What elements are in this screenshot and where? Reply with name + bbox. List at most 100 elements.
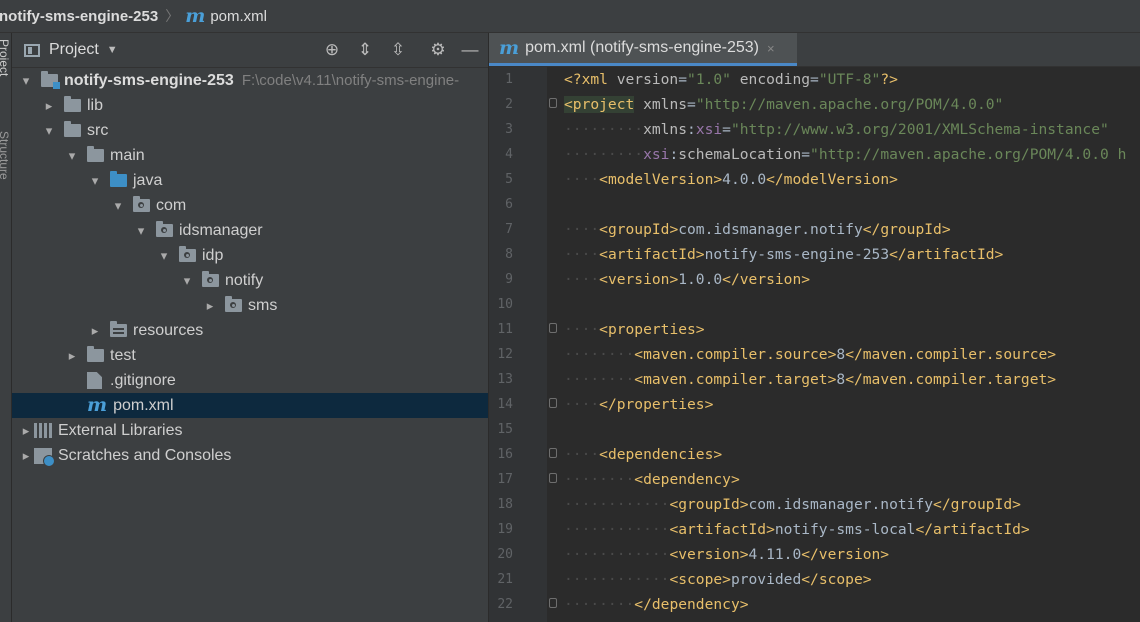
tree-item[interactable]: ▾ notify: [12, 268, 488, 293]
whitespace-marker: ····: [564, 246, 600, 263]
chevron-down-icon[interactable]: ▾: [135, 223, 147, 239]
chevron-right-icon[interactable]: ▸: [204, 298, 216, 314]
chevron-down-icon[interactable]: ▾: [20, 73, 32, 89]
chevron-right-icon[interactable]: ▸: [89, 323, 101, 339]
tree-item[interactable]: ▾ java: [12, 168, 488, 193]
tree-item[interactable]: m pom.xml: [12, 393, 488, 418]
code-line: 21 ············<scope>provided</scope>: [489, 567, 1140, 592]
tree-item-label: java: [133, 171, 163, 189]
tree-item[interactable]: ▸ Scratches and Consoles: [12, 443, 488, 468]
whitespace-marker: ············: [564, 571, 670, 588]
code-text: ············<version>4.11.0</version>: [564, 542, 889, 567]
code-line: 8 ····<artifactId>notify-sms-engine-253</…: [489, 242, 1140, 267]
chevron-right-icon[interactable]: ▸: [43, 98, 55, 114]
fold-marker-icon[interactable]: [549, 98, 557, 108]
breadcrumb-project[interactable]: notify-sms-engine-253: [0, 8, 158, 25]
project-view-icon: [24, 43, 40, 57]
chevron-down-icon[interactable]: ▾: [89, 173, 101, 189]
fold-marker-icon[interactable]: [549, 323, 557, 333]
chevron-down-icon[interactable]: ▾: [66, 148, 78, 164]
token-attr: xmlns: [643, 121, 688, 138]
breadcrumb-file[interactable]: pom.xml: [210, 8, 267, 25]
tree-item[interactable]: ▾ main: [12, 143, 488, 168]
fold-marker-icon[interactable]: [549, 398, 557, 408]
hide-panel-icon[interactable]: —: [460, 40, 480, 60]
project-panel: Project ▼ ⊕ ⇕ ⇳ ⚙ — ▾ notify-sms-engine-2…: [12, 33, 488, 622]
token-tag: </groupId>: [933, 496, 1021, 513]
line-number: 9: [505, 272, 513, 287]
token-pl: =: [687, 96, 696, 113]
tree-item[interactable]: ▾ com: [12, 193, 488, 218]
code-text: ····<modelVersion>4.0.0</modelVersion>: [564, 167, 898, 192]
token-pl: com.idsmanager.notify: [678, 221, 863, 238]
gear-icon[interactable]: ⚙: [428, 40, 448, 60]
whitespace-marker: ········: [564, 471, 635, 488]
code-line: 15: [489, 417, 1140, 442]
package-icon: [156, 221, 173, 237]
tree-item[interactable]: ▾ notify-sms-engine-253 F:\code\v4.11\noti…: [12, 68, 488, 93]
token-hl: <project: [564, 96, 635, 113]
tree-item[interactable]: .gitignore: [12, 368, 488, 393]
chevron-down-icon[interactable]: ▾: [112, 198, 124, 214]
token-pl: 1.0.0: [678, 271, 723, 288]
line-number: 3: [505, 122, 513, 137]
chevron-down-icon[interactable]: ▼: [107, 44, 118, 56]
line-number: 2: [505, 97, 513, 112]
source-folder-icon: [110, 171, 127, 187]
tree-item[interactable]: ▸ resources: [12, 318, 488, 343]
line-number: 22: [497, 597, 513, 612]
whitespace-marker: ····: [564, 396, 600, 413]
tree-item-label: notify-sms-engine-253: [64, 71, 234, 89]
tree-item[interactable]: ▸ sms: [12, 293, 488, 318]
tree-item[interactable]: ▸ test: [12, 343, 488, 368]
folder-icon: [64, 121, 81, 137]
token-tag: <?xml: [564, 71, 617, 88]
expand-all-icon[interactable]: ⇕: [355, 40, 375, 60]
token-pl: 4.11.0: [748, 546, 802, 563]
tree-item[interactable]: ▾ idsmanager: [12, 218, 488, 243]
close-icon[interactable]: ×: [767, 41, 775, 56]
chevron-right-icon[interactable]: ▸: [20, 448, 32, 464]
tab-pom-xml[interactable]: m pom.xml (notify-sms-engine-253) ×: [489, 33, 797, 66]
chevron-right-icon[interactable]: ▸: [66, 348, 78, 364]
chevron-down-icon[interactable]: ▾: [158, 248, 170, 264]
fold-marker-icon[interactable]: [549, 598, 557, 608]
code-text: ····<dependencies>: [564, 442, 722, 467]
tree-item[interactable]: ▾ idp: [12, 243, 488, 268]
code-text: ·········xsi:schemaLocation="http://mave…: [564, 142, 1126, 167]
token-pl: =: [810, 71, 819, 88]
code-text: ····<artifactId>notify-sms-engine-253</a…: [564, 242, 1003, 267]
structure-tool-button[interactable]: Structure: [0, 131, 11, 180]
token-tag: <groupId>: [599, 221, 679, 238]
chevron-down-icon[interactable]: ▾: [181, 273, 193, 289]
maven-icon: m: [185, 4, 206, 27]
tree-item-label: test: [110, 346, 136, 364]
project-view-title[interactable]: Project: [49, 41, 99, 59]
tree-item[interactable]: ▾ src: [12, 118, 488, 143]
breadcrumb-separator-icon: 〉: [165, 8, 180, 24]
token-tag: </version>: [722, 271, 811, 288]
token-tag: <scope>: [669, 571, 731, 588]
chevron-right-icon[interactable]: ▸: [20, 423, 32, 439]
code-view[interactable]: 1 <?xml version="1.0" encoding="UTF-8"?> 2…: [489, 67, 1140, 622]
line-number: 15: [497, 422, 513, 437]
tree-item-label: notify: [225, 271, 264, 289]
code-text: ·········xmlns:xsi="http://www.w3.org/20…: [564, 117, 1109, 142]
project-tool-button[interactable]: Project: [0, 39, 11, 76]
token-attr: version: [616, 71, 679, 88]
tree-item-label: sms: [248, 296, 278, 314]
fold-marker-icon[interactable]: [549, 473, 557, 483]
token-tag: <artifactId>: [599, 246, 705, 263]
collapse-all-icon[interactable]: ⇳: [388, 40, 408, 60]
line-number: 10: [497, 297, 513, 312]
tree-item[interactable]: ▸ External Libraries: [12, 418, 488, 443]
token-tag: <version>: [669, 546, 749, 563]
fold-marker-icon[interactable]: [549, 448, 557, 458]
tree-item[interactable]: ▸ lib: [12, 93, 488, 118]
tree-item-label: External Libraries: [58, 421, 183, 439]
tree-item-label: idsmanager: [179, 221, 263, 239]
code-text: ············<scope>provided</scope>: [564, 567, 872, 592]
whitespace-marker: ········: [564, 596, 635, 613]
chevron-down-icon[interactable]: ▾: [43, 123, 55, 139]
locate-file-icon[interactable]: ⊕: [322, 40, 342, 60]
